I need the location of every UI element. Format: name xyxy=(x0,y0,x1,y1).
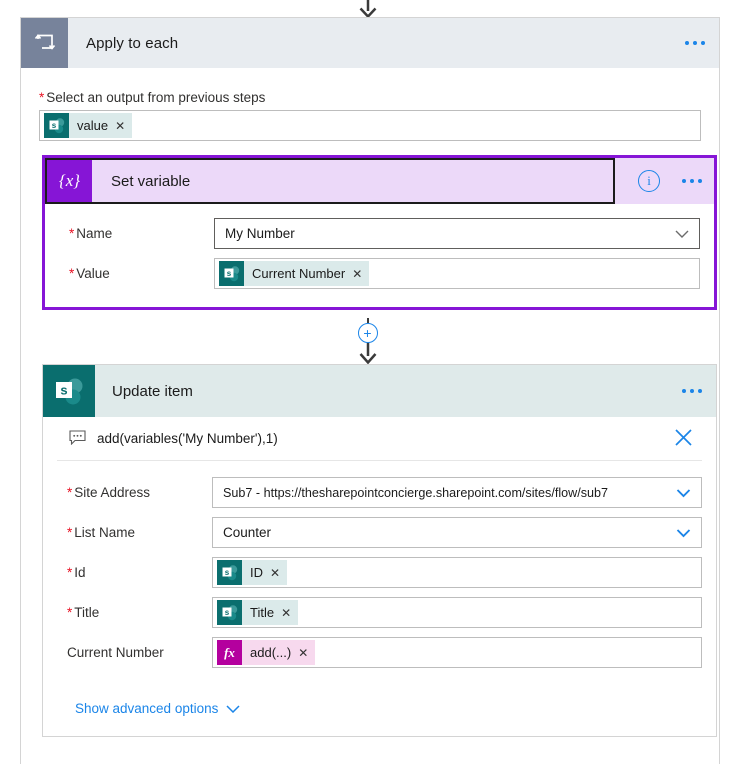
set-variable-actions: i xyxy=(638,170,702,192)
id-input[interactable]: s ID ✕ xyxy=(212,557,702,588)
token-function-add[interactable]: fx add(...) ✕ xyxy=(217,640,316,665)
site-address-dropdown[interactable]: Sub7 - https://thesharepointconcierge.sh… xyxy=(212,477,702,508)
sharepoint-icon: s xyxy=(217,600,242,625)
insert-step-button[interactable]: + xyxy=(357,323,378,343)
token-label: Current Number xyxy=(252,266,346,281)
list-name-value: Counter xyxy=(223,525,272,540)
field-row-name: * Name My Number xyxy=(59,218,700,249)
remove-token-icon[interactable]: ✕ xyxy=(352,268,369,280)
current-number-label: Current Number xyxy=(67,645,164,660)
required-indicator: * xyxy=(67,605,73,620)
set-variable-title: Set variable xyxy=(111,172,191,190)
set-variable-menu-ellipsis-icon[interactable] xyxy=(682,179,702,183)
token-label: Title xyxy=(250,605,275,620)
sharepoint-icon: s xyxy=(44,113,69,138)
apply-to-each-loop-icon xyxy=(21,18,68,68)
field-row-id: * Id s ID ✕ xyxy=(57,557,702,588)
chevron-down-icon xyxy=(676,485,691,500)
field-row-title: * Title s Title ✕ xyxy=(57,597,702,628)
id-label: * Id xyxy=(67,565,86,580)
apply-to-each-title: Apply to each xyxy=(86,34,179,52)
remove-token-icon[interactable]: ✕ xyxy=(115,120,132,132)
token-title[interactable]: s Title ✕ xyxy=(217,600,299,625)
current-number-input[interactable]: fx add(...) ✕ xyxy=(212,637,702,668)
remove-token-icon[interactable]: ✕ xyxy=(270,567,287,579)
sharepoint-icon: s xyxy=(219,261,244,286)
show-advanced-options-link[interactable]: Show advanced options xyxy=(75,701,240,716)
name-label: * Name xyxy=(69,226,113,241)
field-row-current-number: Current Number fx add(...) ✕ xyxy=(57,637,702,668)
value-input[interactable]: s Current Number ✕ xyxy=(214,258,700,289)
site-address-value: Sub7 - https://thesharepointconcierge.sh… xyxy=(223,485,609,500)
token-label: ID xyxy=(250,565,263,580)
required-indicator: * xyxy=(69,226,75,241)
name-value: My Number xyxy=(225,226,295,241)
insert-step-connector: + xyxy=(0,318,735,364)
set-variable-body: * Name My Number * Value s Current Numbe… xyxy=(45,204,714,307)
value-label: * Value xyxy=(69,266,110,281)
token-id[interactable]: s ID ✕ xyxy=(217,560,288,585)
update-item-title: Update item xyxy=(112,382,193,400)
apply-to-each-header[interactable]: Apply to each xyxy=(21,18,719,68)
apply-to-each-body: * Select an output from previous steps s … xyxy=(21,68,719,141)
update-item-menu-ellipsis-icon[interactable] xyxy=(682,389,702,393)
field-row-list-name: * List Name Counter xyxy=(57,517,702,548)
svg-text:s: s xyxy=(227,269,232,278)
svg-text:s: s xyxy=(52,121,57,130)
title-label: * Title xyxy=(67,605,100,620)
field-row-value: * Value s Current Number ✕ xyxy=(59,258,700,289)
set-variable-braces-icon: {x} xyxy=(47,160,92,202)
incoming-connector-arrow xyxy=(0,0,735,17)
chevron-down-icon xyxy=(676,525,691,540)
arrow-down-icon xyxy=(357,0,379,17)
function-fx-icon: fx xyxy=(217,640,242,665)
list-name-dropdown[interactable]: Counter xyxy=(212,517,702,548)
token-value[interactable]: s value ✕ xyxy=(44,113,133,138)
plus-circle-icon: + xyxy=(363,325,372,341)
select-output-input[interactable]: s value ✕ xyxy=(39,110,701,141)
sharepoint-icon: s xyxy=(43,365,95,417)
close-icon[interactable] xyxy=(673,427,694,451)
field-row-site-address: * Site Address Sub7 - https://thesharepoi… xyxy=(57,477,702,508)
required-indicator: * xyxy=(69,266,75,281)
title-input[interactable]: s Title ✕ xyxy=(212,597,702,628)
select-output-label: * Select an output from previous steps xyxy=(39,90,266,105)
update-item-body: add(variables('My Number'),1) * Site Addr… xyxy=(43,417,716,736)
chevron-down-icon xyxy=(675,226,689,241)
show-advanced-options-label: Show advanced options xyxy=(75,701,219,716)
comment-row: add(variables('My Number'),1) xyxy=(57,417,702,461)
token-label: add(...) xyxy=(250,645,292,660)
arrow-down-icon xyxy=(357,343,379,364)
name-dropdown[interactable]: My Number xyxy=(214,218,700,249)
set-variable-card[interactable]: {x} Set variable i * Name My Number * Va… xyxy=(42,155,717,310)
svg-text:s: s xyxy=(225,608,230,617)
remove-token-icon[interactable]: ✕ xyxy=(281,607,298,619)
token-label: value xyxy=(77,118,109,133)
set-variable-icon-glyph: {x} xyxy=(58,171,81,190)
chevron-down-icon xyxy=(226,701,240,716)
required-indicator: * xyxy=(67,485,73,500)
svg-text:s: s xyxy=(225,568,230,577)
list-name-label: * List Name xyxy=(67,525,136,540)
apply-to-each-menu-ellipsis-icon[interactable] xyxy=(685,41,705,45)
comment-icon xyxy=(69,429,86,448)
required-indicator: * xyxy=(67,565,73,580)
sharepoint-icon: s xyxy=(217,560,242,585)
svg-text:s: s xyxy=(60,383,67,398)
remove-token-icon[interactable]: ✕ xyxy=(298,647,315,659)
set-variable-header-focus-outline[interactable]: {x} Set variable xyxy=(45,158,615,204)
set-variable-header[interactable]: {x} Set variable i xyxy=(45,158,714,204)
required-indicator: * xyxy=(67,525,73,540)
update-item-card[interactable]: s Update item add(variables('My Number')… xyxy=(42,364,717,737)
info-circle-icon[interactable]: i xyxy=(638,170,660,192)
info-glyph: i xyxy=(647,173,651,188)
token-current-number[interactable]: s Current Number ✕ xyxy=(219,261,370,286)
comment-text: add(variables('My Number'),1) xyxy=(97,431,278,446)
site-address-label: * Site Address xyxy=(67,485,151,500)
update-item-header[interactable]: s Update item xyxy=(43,365,716,417)
required-indicator: * xyxy=(39,90,45,105)
